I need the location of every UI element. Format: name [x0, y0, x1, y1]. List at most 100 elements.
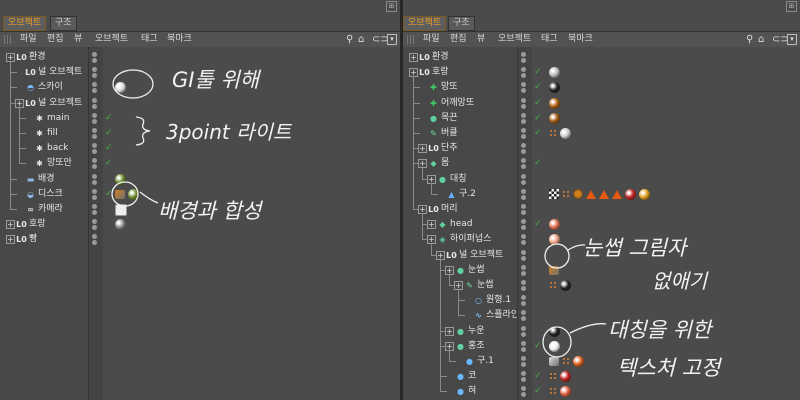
material-tag-icon[interactable] — [560, 280, 571, 291]
editor-visibility-dot[interactable] — [521, 188, 526, 194]
menu-object[interactable]: 오브젝트 — [95, 33, 128, 46]
uvw-tag-icon[interactable] — [562, 189, 571, 199]
expand-icon[interactable]: ▾ — [787, 34, 797, 45]
menu-object[interactable]: 오브젝트 — [498, 33, 531, 46]
tree-row[interactable]: + ● 눈썹 — [403, 263, 517, 278]
expand-toggle-icon[interactable]: + — [427, 220, 436, 230]
expand-toggle-icon[interactable]: + — [445, 265, 454, 275]
editor-visibility-dot[interactable] — [521, 325, 526, 331]
tree-row[interactable]: + ◆ 몸 — [403, 156, 517, 171]
uvw-tag-icon[interactable] — [549, 129, 558, 138]
enabled-check-icon[interactable]: ✓ — [534, 68, 542, 77]
object-label[interactable]: 빵 — [29, 232, 37, 247]
expand-toggle-icon[interactable]: + — [409, 68, 418, 78]
editor-visibility-dot[interactable] — [92, 97, 97, 103]
object-label[interactable]: 환경 — [29, 50, 46, 65]
enabled-check-icon[interactable]: ✓ — [534, 129, 542, 138]
expand-toggle-icon[interactable]: + — [6, 235, 15, 245]
render-visibility-dot[interactable] — [92, 103, 97, 109]
render-visibility-dot[interactable] — [521, 210, 526, 215]
material-tag-icon[interactable] — [549, 97, 560, 109]
expand-toggle-icon[interactable]: + — [445, 326, 454, 336]
tree-row[interactable]: + L0 빵 — [0, 232, 88, 247]
tree-row[interactable]: + L0 널 오브젝트 — [0, 96, 88, 111]
enabled-check-icon[interactable]: ✓ — [534, 372, 542, 381]
tree-row[interactable]: + L0 머리 — [403, 202, 517, 217]
tree-row[interactable]: + L0 널 오브젝트 — [403, 248, 517, 263]
enabled-check-icon[interactable]: ✓ — [534, 387, 542, 396]
material-tag-icon[interactable] — [549, 340, 560, 352]
tree-row[interactable]: + L0 환경 — [0, 50, 88, 65]
object-label[interactable]: 구.2 — [459, 187, 476, 202]
render-visibility-dot[interactable] — [521, 134, 526, 139]
render-visibility-dot[interactable] — [521, 362, 526, 367]
render-visibility-dot[interactable] — [521, 346, 526, 352]
menu-bookmark[interactable]: 북마크 — [568, 33, 593, 46]
render-visibility-dot[interactable] — [521, 179, 526, 185]
object-label[interactable]: 몸 — [441, 156, 449, 171]
editor-visibility-dot[interactable] — [92, 128, 97, 133]
object-label[interactable]: 망또 — [441, 80, 458, 95]
material-tag-icon[interactable] — [128, 188, 139, 200]
expand-toggle-icon[interactable]: + — [418, 144, 427, 154]
tree-row[interactable]: ◓ 스카이 — [0, 80, 88, 95]
enabled-check-icon[interactable]: ✓ — [105, 189, 113, 199]
object-label[interactable]: back — [47, 141, 68, 156]
expand-toggle-icon[interactable]: + — [409, 53, 418, 62]
tab-structure[interactable]: 구조 — [448, 16, 475, 31]
object-label[interactable]: 목끈 — [441, 111, 458, 126]
selection-tag-icon[interactable] — [599, 189, 609, 199]
expand-toggle-icon[interactable]: + — [454, 281, 463, 290]
tree-row[interactable]: + L0 호랑 — [0, 217, 88, 232]
object-label[interactable]: 원형.1 — [486, 293, 511, 308]
render-visibility-dot[interactable] — [521, 58, 526, 63]
tree-row[interactable]: + L0 호랑 — [403, 65, 517, 80]
object-label[interactable]: 머리 — [441, 202, 458, 217]
render-visibility-dot[interactable] — [92, 210, 97, 215]
tree-row[interactable]: ● 목끈 — [403, 111, 517, 126]
editor-visibility-dot[interactable] — [521, 356, 526, 361]
menu-file[interactable]: 파일 — [423, 33, 440, 46]
object-label[interactable]: fill — [47, 126, 58, 141]
tree-row[interactable]: + L0 단추 — [403, 141, 517, 156]
editor-visibility-dot[interactable] — [92, 112, 97, 118]
tab-structure[interactable]: 구조 — [50, 16, 77, 31]
tree-row[interactable]: ✎ 버클 — [403, 126, 517, 141]
object-label[interactable]: 눈썹 — [477, 278, 494, 293]
editor-visibility-dot[interactable] — [92, 204, 97, 209]
render-visibility-dot[interactable] — [521, 331, 526, 337]
object-label[interactable]: 망또안 — [47, 156, 72, 171]
expand-toggle-icon[interactable]: + — [15, 98, 24, 108]
editor-visibility-dot[interactable] — [521, 204, 526, 209]
expand-toggle-icon[interactable]: + — [436, 250, 445, 260]
home-icon[interactable]: ⌂ — [758, 34, 764, 45]
editor-visibility-dot[interactable] — [521, 173, 526, 179]
phong-tag-icon[interactable] — [549, 357, 559, 366]
object-label[interactable]: 버클 — [441, 126, 458, 141]
expand-toggle-icon[interactable]: + — [6, 53, 15, 62]
tree-row[interactable]: ◒ 디스크 — [0, 187, 88, 202]
enabled-check-icon[interactable]: ✓ — [105, 159, 113, 168]
expand-toggle-icon[interactable]: + — [427, 174, 436, 184]
expand-toggle-icon[interactable]: + — [418, 205, 427, 214]
panel-menu-icon[interactable]: ⊞ — [786, 1, 797, 12]
enabled-check-icon[interactable]: ✓ — [534, 83, 542, 92]
render-visibility-dot[interactable] — [521, 270, 526, 276]
render-visibility-dot[interactable] — [92, 194, 97, 200]
grip-icon[interactable] — [4, 35, 13, 44]
tree-row[interactable]: + ✎ 눈썹 — [403, 278, 517, 293]
enabled-check-icon[interactable]: ✓ — [534, 341, 542, 351]
grip-icon[interactable] — [407, 35, 416, 44]
tree-row[interactable]: ○ 원형.1 — [403, 293, 517, 308]
phong-tag-icon[interactable] — [115, 189, 125, 199]
enabled-check-icon[interactable]: ✓ — [534, 220, 542, 229]
tree-row[interactable]: ✱ back — [0, 141, 88, 156]
material-tag-icon[interactable] — [549, 325, 560, 337]
menu-view[interactable]: 뷰 — [74, 33, 82, 46]
tree-row[interactable]: ✱ fill — [0, 126, 88, 141]
render-visibility-dot[interactable] — [92, 118, 97, 124]
texture-tag-icon[interactable] — [549, 188, 559, 199]
object-label[interactable]: 홍조 — [468, 339, 485, 354]
render-visibility-dot[interactable] — [92, 58, 97, 63]
object-label[interactable]: 누운 — [468, 324, 485, 339]
